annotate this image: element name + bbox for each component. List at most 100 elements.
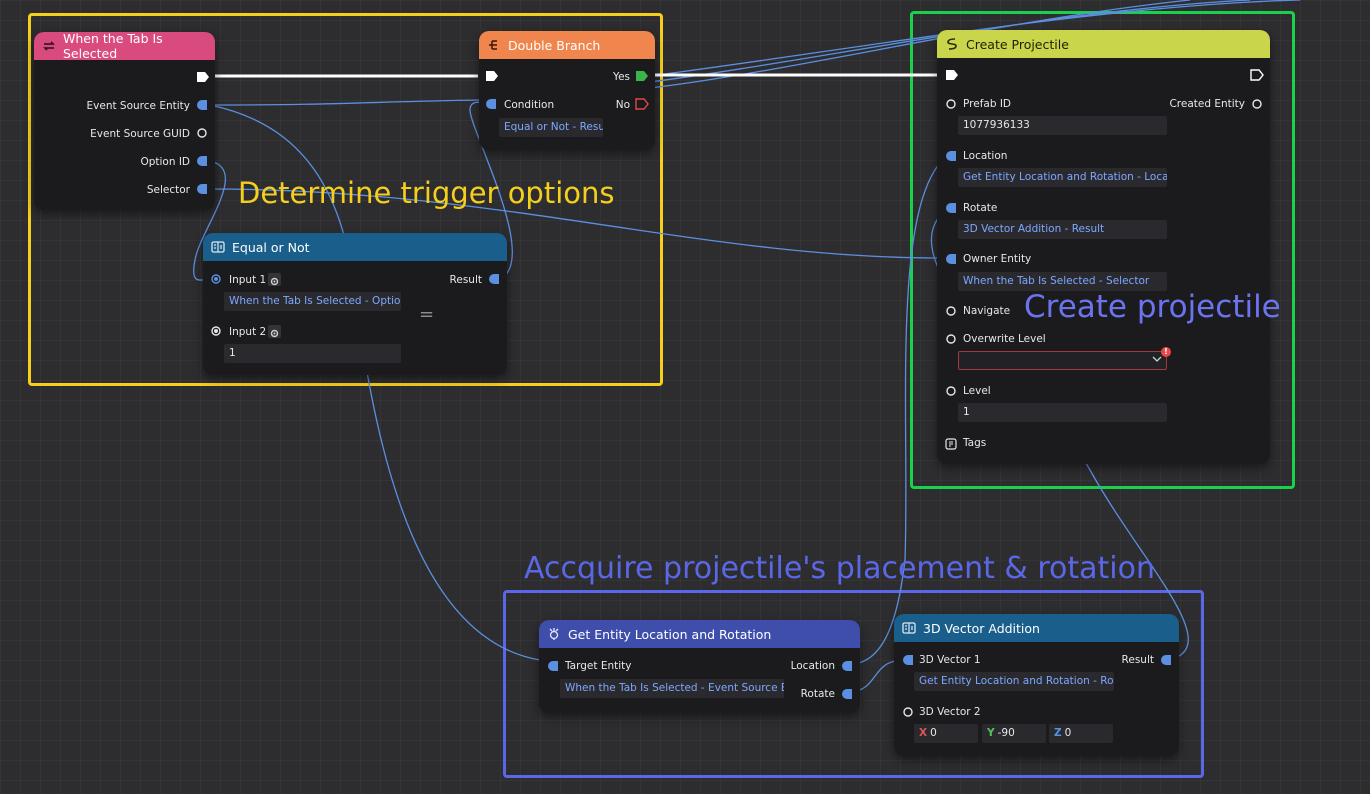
chevron-down-icon: [1152, 355, 1162, 366]
tags-label: Tags: [963, 437, 987, 449]
output-label-event-source-entity: Event Source Entity: [86, 100, 190, 112]
navigate-label: Navigate: [963, 305, 1011, 317]
rotate-out-pin[interactable]: [842, 689, 852, 699]
vector1-value[interactable]: Get Entity Location and Rotation - Rotat…: [914, 672, 1114, 691]
location-out-label: Location: [790, 660, 835, 672]
node-title: 3D Vector Addition: [923, 620, 1040, 636]
vector2-pin[interactable]: [903, 707, 913, 717]
vector-calc-icon: [902, 621, 916, 635]
vector2-y-field[interactable]: Y -90: [982, 724, 1046, 743]
exec-out-pin[interactable]: [196, 71, 210, 83]
level-value[interactable]: 1: [958, 403, 1167, 422]
level-label: Level: [963, 385, 991, 397]
group-label-trigger: Determine trigger options: [238, 176, 615, 210]
level-pin[interactable]: [946, 386, 956, 396]
condition-value[interactable]: Equal or Not - Result: [499, 118, 603, 137]
created-entity-pin[interactable]: [1252, 99, 1262, 109]
rotate-label: Rotate: [963, 202, 998, 214]
location-value[interactable]: Get Entity Location and Rotation - Locat…: [958, 168, 1167, 187]
prefab-id-pin[interactable]: [946, 99, 956, 109]
data-out-pin-option-id[interactable]: [197, 156, 207, 166]
output-label-selector: Selector: [146, 184, 190, 196]
created-entity-label: Created Entity: [1169, 98, 1245, 110]
result-label: Result: [449, 274, 482, 286]
locate-entity-icon: [547, 627, 561, 641]
data-out-pin-event-source-guid[interactable]: [197, 128, 207, 138]
node-header[interactable]: Create Projectile: [937, 30, 1270, 58]
node-title: Double Branch: [508, 37, 601, 53]
overwrite-level-dropdown[interactable]: [958, 351, 1167, 370]
target-entity-label: Target Entity: [565, 660, 632, 672]
rotate-out-label: Rotate: [800, 688, 835, 700]
condition-data-pin[interactable]: [486, 99, 496, 109]
node-header[interactable]: When the Tab Is Selected: [34, 31, 215, 61]
node-get-entity-location[interactable]: Get Entity Location and Rotation Target …: [539, 620, 860, 713]
node-title: Equal or Not: [232, 239, 310, 255]
vector2-x-field[interactable]: X0: [914, 724, 978, 743]
condition-label: Condition: [504, 99, 555, 111]
tags-list-icon[interactable]: [945, 435, 957, 454]
input2-label: Input 2: [229, 326, 267, 338]
vector2-label: 3D Vector 2: [919, 706, 981, 718]
navigate-pin[interactable]: [946, 306, 956, 316]
exec-in-pin[interactable]: [485, 70, 499, 82]
warning-icon: !: [1161, 347, 1171, 357]
rotate-pin[interactable]: [946, 203, 956, 213]
location-out-pin[interactable]: [842, 661, 852, 671]
y-axis-label: Y: [987, 727, 995, 739]
input2-type-gear-icon[interactable]: [268, 325, 281, 338]
group-label-placement: Accquire projectile's placement & rotati…: [524, 551, 1155, 586]
exec-in-pin[interactable]: [945, 69, 959, 81]
input2-value[interactable]: 1: [224, 344, 401, 363]
node-header[interactable]: Double Branch: [479, 31, 655, 59]
projectile-icon: [945, 37, 959, 51]
node-3d-vector-addition[interactable]: 3D Vector Addition 3D Vector 1 Result Ge…: [894, 614, 1179, 756]
node-when-tab-selected[interactable]: When the Tab Is Selected Event Source En…: [34, 31, 215, 210]
location-pin[interactable]: [946, 151, 956, 161]
node-title: When the Tab Is Selected: [63, 31, 163, 61]
exec-out-pin[interactable]: [1250, 69, 1264, 81]
compare-icon: [211, 240, 225, 254]
node-double-branch[interactable]: Double Branch Yes Condition No Equal or …: [479, 31, 655, 150]
owner-entity-label: Owner Entity: [963, 253, 1032, 265]
no-label: No: [615, 99, 630, 111]
output-label-event-source-guid: Event Source GUID: [90, 128, 190, 140]
node-header[interactable]: 3D Vector Addition: [894, 614, 1179, 642]
node-title: Create Projectile: [966, 36, 1069, 52]
rotate-value[interactable]: 3D Vector Addition - Result: [958, 220, 1167, 239]
node-create-projectile[interactable]: Create Projectile Prefab ID Created Enti…: [937, 30, 1270, 464]
x-value: 0: [930, 727, 937, 739]
yes-label: Yes: [613, 71, 630, 83]
node-title: Get Entity Location and Rotation: [568, 626, 772, 642]
node-header[interactable]: Get Entity Location and Rotation: [539, 620, 860, 648]
prefab-id-value[interactable]: 1077936133: [958, 116, 1167, 135]
location-label: Location: [963, 150, 1008, 162]
data-out-pin-event-source-entity[interactable]: [197, 100, 207, 110]
x-axis-label: X: [919, 727, 928, 739]
result-label: Result: [1121, 654, 1154, 666]
z-value: 0: [1064, 727, 1072, 739]
vector2-z-field[interactable]: Z0: [1049, 724, 1113, 743]
group-label-create: Create projectile: [1024, 289, 1281, 325]
target-entity-value[interactable]: When the Tab Is Selected - Event Source …: [560, 679, 784, 698]
target-entity-pin[interactable]: [548, 661, 558, 671]
vector1-label: 3D Vector 1: [919, 654, 981, 666]
data-out-pin-selector[interactable]: [197, 184, 207, 194]
node-header[interactable]: Equal or Not: [203, 233, 507, 261]
vector1-pin[interactable]: [903, 655, 913, 665]
input1-label: Input 1: [229, 274, 267, 286]
yes-exec-pin[interactable]: [635, 70, 649, 82]
owner-entity-pin[interactable]: [946, 254, 956, 264]
node-equal-or-not[interactable]: Equal or Not Input 1 Result When the Tab…: [203, 233, 507, 375]
input2-pin[interactable]: [211, 326, 221, 336]
input1-type-gear-icon[interactable]: [268, 273, 281, 286]
input1-pin[interactable]: [211, 274, 221, 284]
result-data-pin[interactable]: [489, 274, 499, 284]
input1-value[interactable]: When the Tab Is Selected - Option ID: [224, 292, 401, 311]
z-axis-label: Z: [1054, 727, 1062, 739]
no-exec-pin[interactable]: [635, 98, 649, 110]
loop-arrows-icon: [42, 39, 56, 53]
equals-operator: =: [419, 304, 435, 325]
overwrite-level-pin[interactable]: [946, 334, 956, 344]
result-pin[interactable]: [1161, 655, 1171, 665]
